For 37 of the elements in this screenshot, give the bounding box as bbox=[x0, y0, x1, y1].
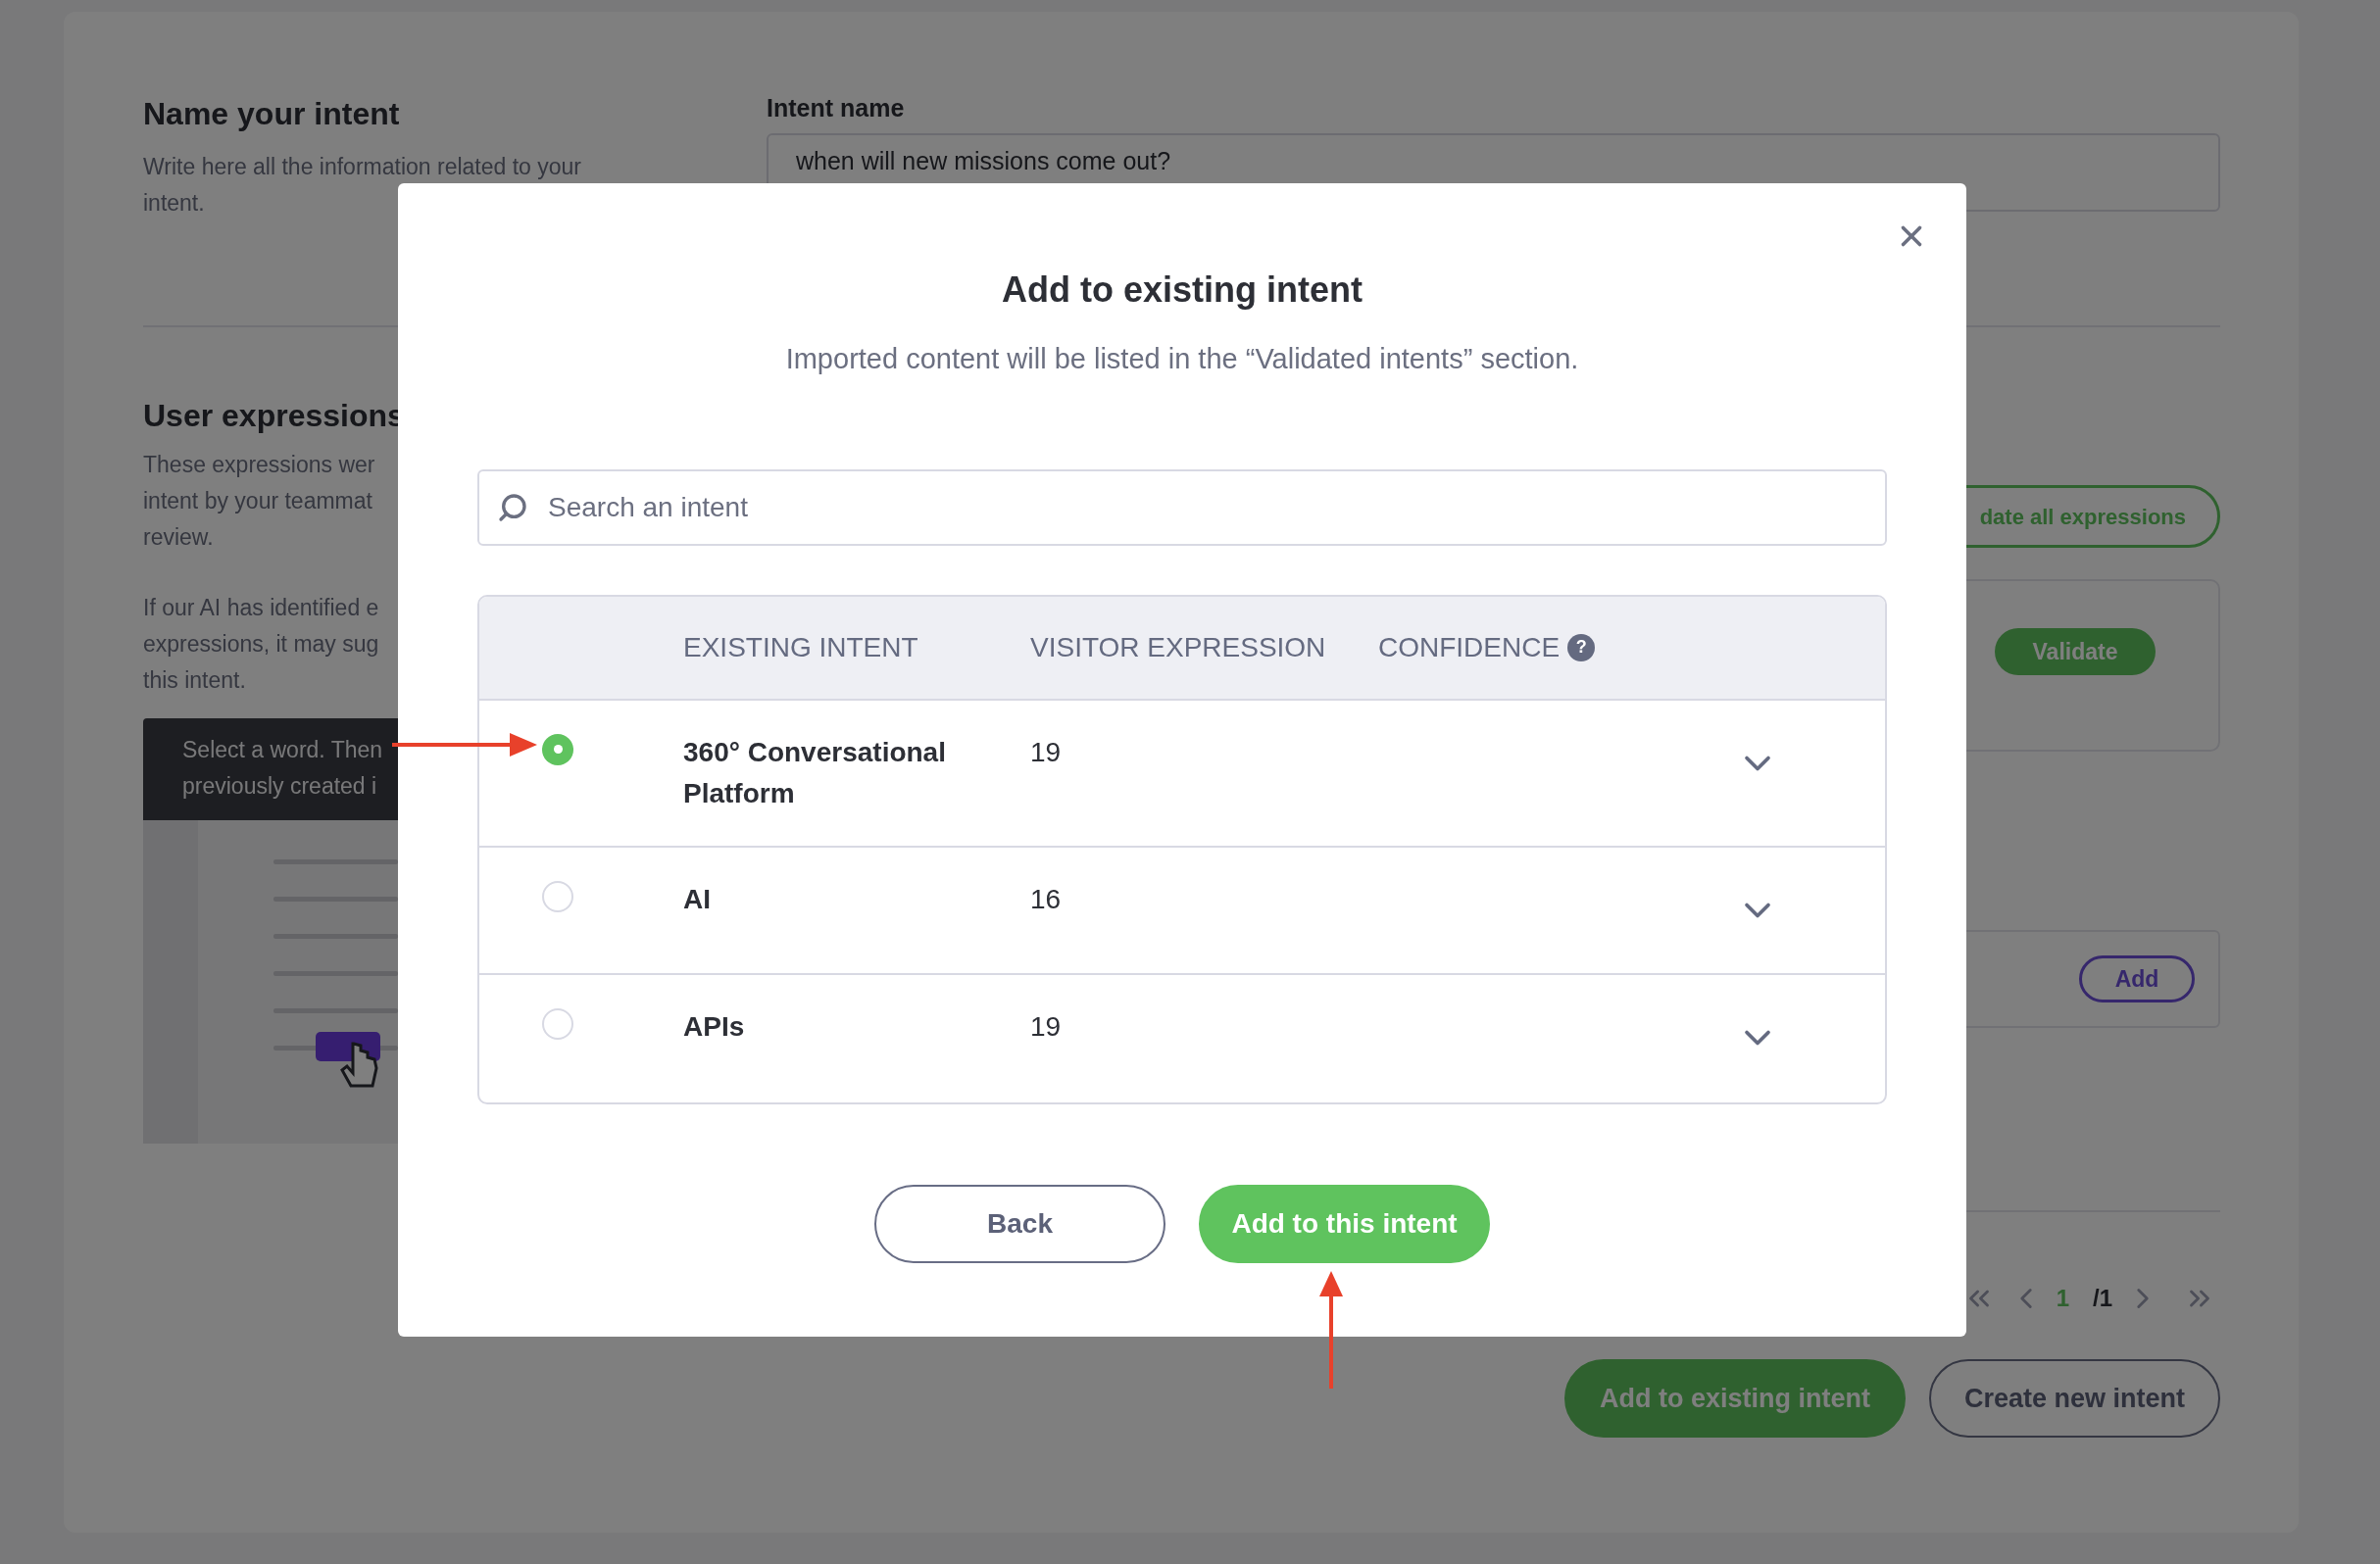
action-button[interactable]: Create new intent bbox=[1928, 1359, 2220, 1438]
column-header: VISITOR EXPRESSION bbox=[1030, 630, 1327, 664]
tip-line: previously created i bbox=[182, 772, 377, 801]
add-button[interactable]: Add bbox=[2079, 955, 2195, 1002]
section-title: Name your intent bbox=[143, 95, 401, 133]
help-badge[interactable]: ? bbox=[1567, 633, 1596, 661]
expression-count: 16 bbox=[1030, 882, 1063, 916]
description-line: this intent. bbox=[143, 666, 246, 695]
column-header: EXISTING INTENT bbox=[683, 630, 919, 664]
modal-title: Add to existing intent bbox=[1002, 269, 1363, 312]
tip-line: Select a word. Then bbox=[182, 736, 383, 764]
intent-row[interactable]: AI 16 bbox=[479, 847, 1885, 975]
search-field[interactable]: Search an intent bbox=[477, 468, 1887, 546]
page-total: /1 bbox=[2093, 1284, 2112, 1313]
intent-row[interactable]: 360° Conversational Platform 19 bbox=[479, 700, 1885, 848]
expression-count: 19 bbox=[1030, 1009, 1063, 1044]
radio-button[interactable] bbox=[542, 880, 573, 912]
description-line: expressions, it may sug bbox=[143, 630, 379, 659]
intent-name: AI bbox=[683, 882, 712, 916]
column-header: CONFIDENCE bbox=[1378, 630, 1561, 664]
modal-subtitle: Imported content will be listed in the “Validated intents” section. bbox=[785, 342, 1579, 376]
description-line: If our AI has identified e bbox=[143, 594, 379, 622]
intent-name: 360° Conversational Platform bbox=[683, 735, 947, 810]
current-page: 1 bbox=[2056, 1284, 2069, 1313]
section-title: User expressions bbox=[143, 397, 406, 435]
search-icon bbox=[497, 491, 528, 523]
intent-name: APIs bbox=[683, 1009, 746, 1044]
modal-button[interactable]: Back bbox=[874, 1184, 1165, 1263]
description-line: review. bbox=[143, 523, 214, 552]
field-label: Intent name bbox=[767, 93, 906, 123]
section-description: Write here all the information related to your intent. bbox=[143, 153, 583, 218]
intent-row[interactable]: APIs 19 bbox=[479, 974, 1885, 1102]
description-line: These expressions wer bbox=[143, 451, 375, 479]
radio-button[interactable] bbox=[542, 1007, 573, 1040]
radio-button[interactable] bbox=[542, 733, 573, 765]
description-line: intent by your teammat bbox=[143, 487, 372, 515]
expression-count: 19 bbox=[1030, 735, 1063, 769]
